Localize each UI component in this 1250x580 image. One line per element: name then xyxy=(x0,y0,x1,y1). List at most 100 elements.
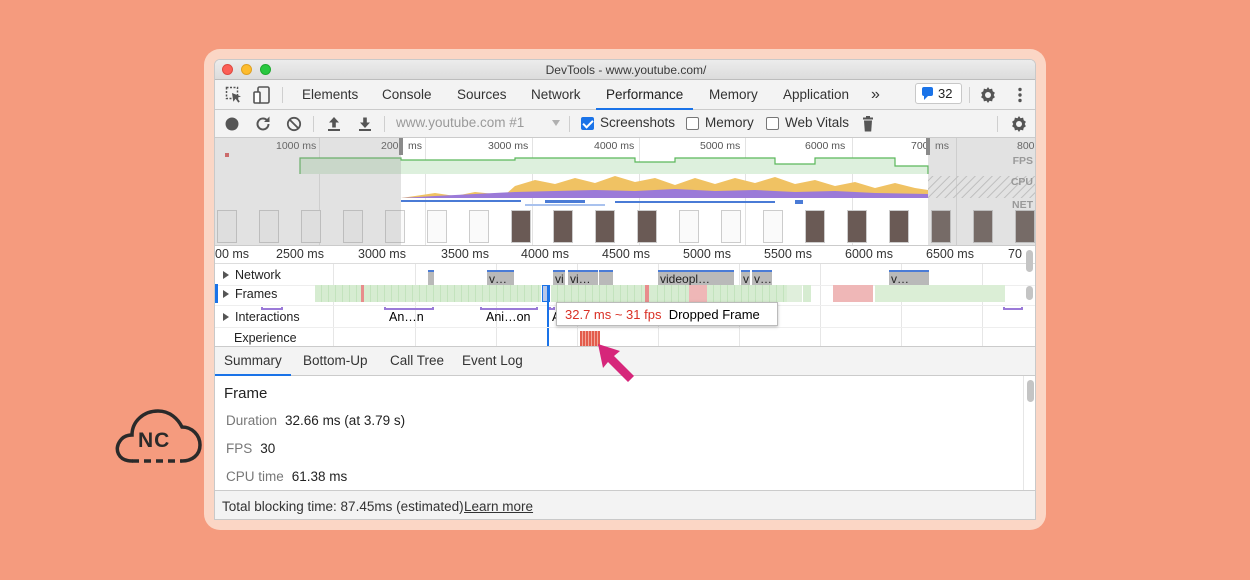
timeline-scrollbar-thumb[interactable] xyxy=(1026,286,1033,300)
ruler-tick: 2500 ms xyxy=(276,247,324,261)
clear-icon[interactable] xyxy=(284,114,304,134)
duration-key: Duration xyxy=(226,413,278,428)
overview-unselected-region xyxy=(928,138,1035,245)
duration-row: Duration 32.66 ms (at 3.79 s) xyxy=(226,413,405,428)
expand-triangle-icon[interactable] xyxy=(223,290,229,298)
ruler-tick: 5000 ms xyxy=(683,247,731,261)
screenshot-thumbnail xyxy=(427,210,447,243)
interaction-bracket[interactable] xyxy=(261,307,283,310)
tab-call-tree[interactable]: Call Tree xyxy=(381,347,453,376)
screenshot-thumbnail xyxy=(763,210,783,243)
network-request-bar[interactable]: v… xyxy=(487,270,514,285)
interaction-bracket[interactable] xyxy=(1003,307,1023,310)
network-track[interactable]: Network v… vi vi… videopl… v v… v… xyxy=(215,264,1035,286)
dropped-frame[interactable] xyxy=(833,285,873,302)
ruler-tick: 00 ms xyxy=(215,247,250,261)
experience-track-label: Experience xyxy=(234,331,297,345)
frames-good-region[interactable] xyxy=(551,285,651,302)
dropped-frame[interactable] xyxy=(645,285,649,302)
memory-checkbox[interactable] xyxy=(686,117,699,130)
screenshot-thumbnail xyxy=(679,210,699,243)
message-icon xyxy=(922,87,933,100)
total-blocking-time-footer: Total blocking time: 87.45ms (estimated)… xyxy=(215,490,1035,519)
tab-summary[interactable]: Summary xyxy=(215,347,291,376)
divider xyxy=(997,116,998,132)
device-toolbar-icon[interactable] xyxy=(252,85,272,105)
cpu-time-row: CPU time 61.38 ms xyxy=(226,469,347,484)
timeline-overview[interactable]: 1000 ms 200 ms 3000 ms 4000 ms 5000 ms 6… xyxy=(215,138,1035,246)
dropped-frame-tooltip: 32.7 ms ~ 31 fps Dropped Frame xyxy=(556,302,778,326)
more-tabs-chevron-icon[interactable]: » xyxy=(861,80,890,110)
tab-memory[interactable]: Memory xyxy=(699,80,768,110)
interaction-label[interactable]: Ani…on xyxy=(486,310,530,324)
screenshots-label: Screenshots xyxy=(600,115,676,130)
ruler-tick: 4000 ms xyxy=(521,247,569,261)
network-request-bar[interactable]: v… xyxy=(889,270,929,285)
web-vitals-checkbox[interactable] xyxy=(766,117,779,130)
ruler-tick: 6500 ms xyxy=(926,247,974,261)
settings-gear-icon[interactable] xyxy=(978,85,998,105)
target-url-select[interactable]: www.youtube.com #1 xyxy=(396,115,524,130)
network-track-label[interactable]: Network xyxy=(215,268,281,282)
selection-left-handle[interactable] xyxy=(399,138,403,155)
more-options-kebab-icon[interactable] xyxy=(1010,85,1030,105)
summary-scrollbar-thumb[interactable] xyxy=(1027,380,1034,402)
fps-row: FPS 30 xyxy=(226,441,275,456)
inspect-element-icon[interactable] xyxy=(224,85,244,105)
ruler-tick: 70 xyxy=(1008,247,1022,261)
frames-good-region[interactable] xyxy=(315,285,541,302)
load-profile-upload-icon[interactable] xyxy=(324,114,344,134)
dropped-frame[interactable] xyxy=(361,285,364,302)
divider xyxy=(313,116,314,132)
chevron-down-icon[interactable] xyxy=(552,120,560,126)
interactions-track-label[interactable]: Interactions xyxy=(215,310,300,324)
total-blocking-time-text: Total blocking time: 87.45ms (estimated) xyxy=(222,499,464,514)
timeline-scrollbar-thumb[interactable] xyxy=(1026,250,1033,272)
capture-settings-gear-icon[interactable] xyxy=(1009,114,1029,134)
idle-frame[interactable] xyxy=(787,285,802,302)
learn-more-link[interactable]: Learn more xyxy=(464,499,533,514)
devtools-window: DevTools - www.youtube.com/ Elements Con… xyxy=(214,59,1036,520)
reload-record-icon[interactable] xyxy=(253,114,273,134)
tab-console[interactable]: Console xyxy=(372,80,442,110)
frames-good-region[interactable] xyxy=(651,285,689,302)
frames-track-label[interactable]: Frames xyxy=(215,287,277,301)
network-request-bar[interactable]: v xyxy=(741,270,750,285)
frames-good-region[interactable] xyxy=(875,285,1005,302)
network-request-bar[interactable]: vi… xyxy=(568,270,598,285)
summary-title: Frame xyxy=(224,385,268,402)
frames-good-region[interactable] xyxy=(803,285,811,302)
selection-right-handle[interactable] xyxy=(926,138,930,155)
tab-application[interactable]: Application xyxy=(773,80,859,110)
tab-performance[interactable]: Performance xyxy=(596,80,694,110)
network-request-bar[interactable]: vi xyxy=(553,270,565,285)
expand-triangle-icon[interactable] xyxy=(223,271,229,279)
tab-sources[interactable]: Sources xyxy=(447,80,517,110)
track-focus-marker xyxy=(215,284,218,303)
ruler-tick: 4500 ms xyxy=(602,247,650,261)
save-profile-download-icon[interactable] xyxy=(355,114,375,134)
screenshot-thumbnail xyxy=(469,210,489,243)
network-request-bar[interactable]: v… xyxy=(752,270,772,285)
fps-value: 30 xyxy=(260,441,276,456)
interaction-label[interactable]: An…n xyxy=(389,310,424,324)
expand-triangle-icon[interactable] xyxy=(223,313,229,321)
screenshot-thumbnail xyxy=(847,210,867,243)
tab-network[interactable]: Network xyxy=(521,80,591,110)
screenshot-thumbnail xyxy=(721,210,741,243)
divider xyxy=(282,87,283,103)
frames-good-region[interactable] xyxy=(707,285,787,302)
network-request-bar[interactable] xyxy=(599,270,613,285)
record-icon[interactable] xyxy=(222,114,242,134)
messages-counter-button[interactable]: 32 xyxy=(915,83,962,104)
tab-bottom-up[interactable]: Bottom-Up xyxy=(294,347,377,376)
title-bar: DevTools - www.youtube.com/ xyxy=(215,60,1035,80)
trash-delete-icon[interactable] xyxy=(858,114,878,134)
performance-toolbar: www.youtube.com #1 Screenshots Memory We… xyxy=(215,110,1035,138)
dropped-frame[interactable] xyxy=(689,285,707,302)
network-request-bar[interactable]: videopl… xyxy=(658,270,734,285)
tab-event-log[interactable]: Event Log xyxy=(453,347,532,376)
network-request-bar[interactable] xyxy=(428,270,434,285)
screenshots-checkbox[interactable] xyxy=(581,117,594,130)
tab-elements[interactable]: Elements xyxy=(292,80,368,110)
